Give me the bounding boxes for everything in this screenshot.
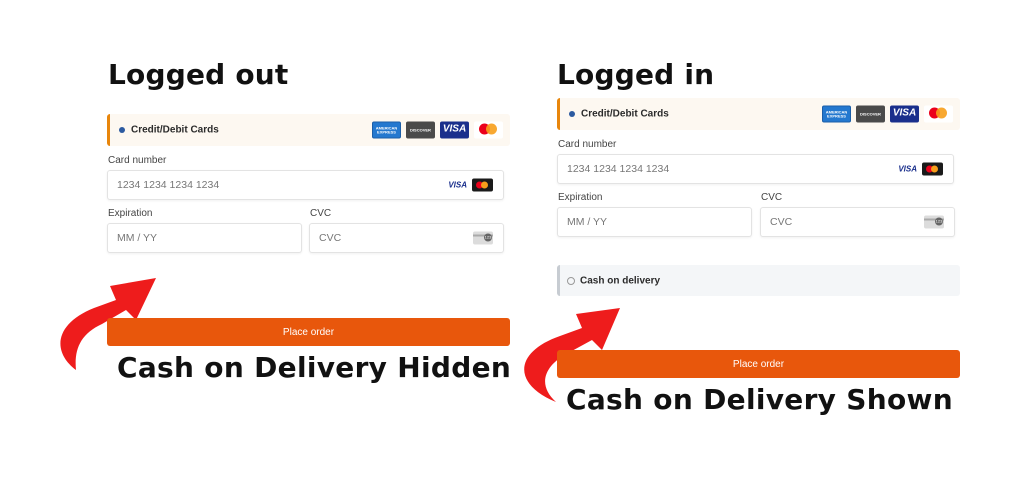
place-order-button[interactable]: Place order [557,350,960,378]
cvc-card-icon: 123 [924,215,944,229]
cvc-label: CVC [310,208,332,219]
visa-icon: VISA [440,121,469,139]
mastercard-icon [924,105,953,123]
amex-icon: AMERICAN EXPRESS [372,121,401,139]
visa-icon: VISA [890,105,919,123]
visa-icon: VISA [448,180,467,190]
caption-cod-hidden: Cash on Delivery Hidden [117,351,512,384]
card-number-placeholder: 1234 1234 1234 1234 [117,179,220,191]
credit-card-option-left[interactable]: Credit/Debit Cards AMERICAN EXPRESS DISC… [107,114,510,146]
card-number-label: Card number [558,139,617,150]
mastercard-icon [474,121,503,139]
cvc-field[interactable]: CVC 123 [309,223,504,253]
card-number-field[interactable]: 1234 1234 1234 1234 VISA [557,154,954,184]
credit-card-option-title: Credit/Debit Cards [131,124,219,136]
cvc-field[interactable]: CVC 123 [760,207,955,237]
cvc-placeholder: CVC [770,216,793,228]
cash-on-delivery-title: Cash on delivery [580,275,661,286]
selected-radio-dot [569,111,575,117]
expiration-label: Expiration [108,208,153,219]
discover-icon: DISCOVER [406,121,435,139]
unselected-radio[interactable] [567,276,575,285]
credit-card-option-title: Credit/Debit Cards [581,108,669,120]
discover-icon: DISCOVER [856,105,885,123]
expiration-field[interactable]: MM / YY [557,207,752,237]
heading-logged-in: Logged in [557,58,715,91]
cvc-placeholder: CVC [319,232,342,244]
card-brand-logos: AMERICAN EXPRESS DISCOVER VISA [822,105,953,123]
expiration-placeholder: MM / YY [567,216,608,228]
cvc-label: CVC [761,192,783,203]
expiration-label: Expiration [558,192,603,203]
visa-icon: VISA [898,164,917,174]
amex-icon: AMERICAN EXPRESS [822,105,851,123]
expiration-field[interactable]: MM / YY [107,223,302,253]
mastercard-icon [922,162,943,176]
heading-logged-out: Logged out [108,58,289,91]
credit-card-option-right[interactable]: Credit/Debit Cards AMERICAN EXPRESS DISC… [557,98,960,130]
caption-cod-shown: Cash on Delivery Shown [566,383,953,416]
place-order-button[interactable]: Place order [107,318,510,346]
card-brand-logos: AMERICAN EXPRESS DISCOVER VISA [372,121,503,139]
cvc-card-icon: 123 [473,231,493,245]
card-number-placeholder: 1234 1234 1234 1234 [567,163,670,175]
mastercard-icon [472,178,493,192]
card-number-field[interactable]: 1234 1234 1234 1234 VISA [107,170,504,200]
selected-radio-dot [119,127,125,133]
card-number-label: Card number [108,155,167,166]
expiration-placeholder: MM / YY [117,232,158,244]
